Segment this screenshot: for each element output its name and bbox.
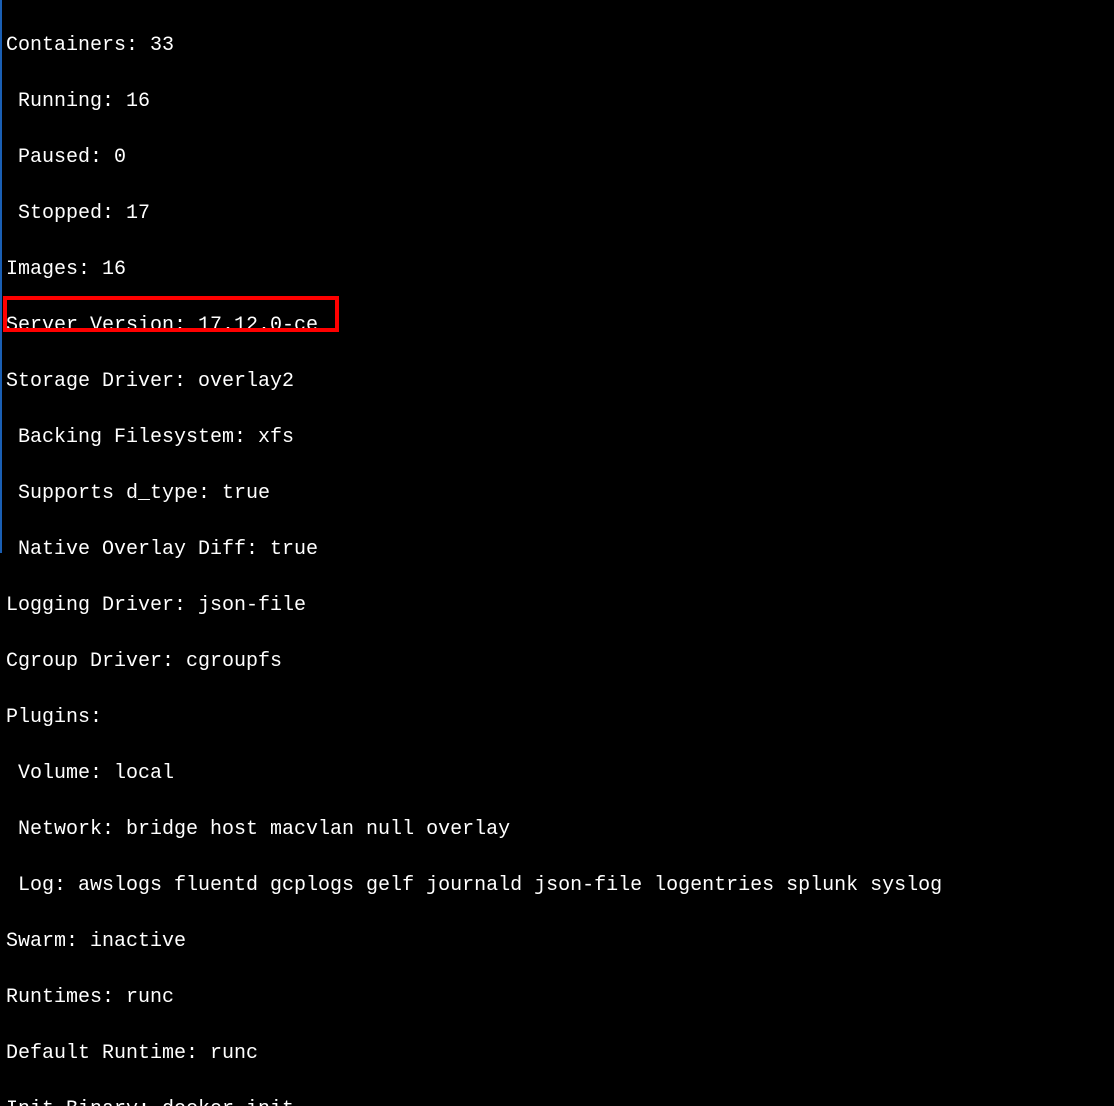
line-swarm: Swarm: inactive [6,928,1114,956]
line-paused: Paused: 0 [6,144,1114,172]
line-native-overlay-diff: Native Overlay Diff: true [6,536,1114,564]
line-cgroup-driver: Cgroup Driver: cgroupfs [6,648,1114,676]
line-runtimes: Runtimes: runc [6,984,1114,1012]
terminal-output: Containers: 33 Running: 16 Paused: 0 Sto… [2,0,1114,1106]
line-logging-driver: Logging Driver: json-file [6,592,1114,620]
line-volume: Volume: local [6,760,1114,788]
line-network: Network: bridge host macvlan null overla… [6,816,1114,844]
line-containers: Containers: 33 [6,32,1114,60]
line-plugins: Plugins: [6,704,1114,732]
line-log: Log: awslogs fluentd gcplogs gelf journa… [6,872,1114,900]
line-backing-filesystem: Backing Filesystem: xfs [6,424,1114,452]
line-default-runtime: Default Runtime: runc [6,1040,1114,1068]
line-server-version: Server Version: 17.12.0-ce [6,312,1114,340]
line-storage-driver: Storage Driver: overlay2 [6,368,1114,396]
line-init-binary: Init Binary: docker-init [6,1096,1114,1106]
line-stopped: Stopped: 17 [6,200,1114,228]
line-running: Running: 16 [6,88,1114,116]
line-images: Images: 16 [6,256,1114,284]
line-supports-d-type: Supports d_type: true [6,480,1114,508]
